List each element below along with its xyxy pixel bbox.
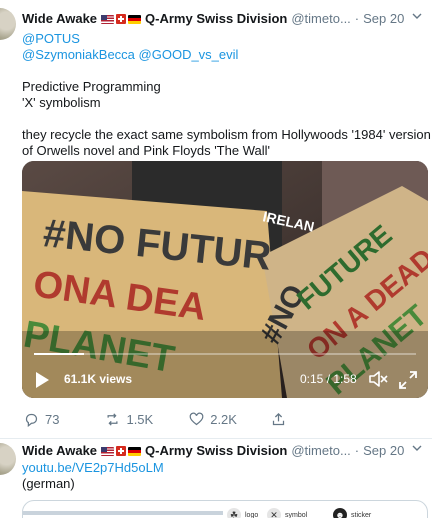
mention-link[interactable]: @POTUS xyxy=(22,30,80,47)
tweet: Wide Awake Q-Army Swiss Division @timeto… xyxy=(0,439,432,518)
author-subtitle[interactable]: Q-Army Swiss Division xyxy=(145,442,287,460)
author-name[interactable]: Wide Awake xyxy=(22,10,97,28)
us-flag-icon xyxy=(101,14,115,24)
separator-dot: · xyxy=(354,443,360,458)
author-handle[interactable]: @timeto... xyxy=(291,442,350,460)
preview-thumbnail xyxy=(23,511,223,515)
video-time: 0:15 / 1:58 xyxy=(300,372,357,386)
tweet-text-line: (german) xyxy=(22,476,75,491)
german-flag-icon xyxy=(128,14,142,24)
tweet-text-line: they recycle the exact same symbolism fr… xyxy=(22,127,431,142)
play-icon[interactable] xyxy=(34,371,50,389)
chevron-down-icon[interactable] xyxy=(412,442,422,460)
us-flag-icon xyxy=(101,446,115,456)
preview-chip-label: symbol xyxy=(285,511,308,518)
reply-button[interactable]: 73 xyxy=(24,412,59,427)
mention-link[interactable]: @GOOD_vs_evil xyxy=(139,47,239,62)
tweet-text-line: 'X' symbolism xyxy=(22,95,101,110)
preview-chip: ☻ sticker xyxy=(333,505,371,518)
tweet-actions: 73 1.5K 2.2K xyxy=(22,410,286,428)
video-progress-bar[interactable] xyxy=(34,353,416,355)
mention-line: @SzymoniakBecca @GOOD_vs_evil xyxy=(22,46,238,63)
heart-icon xyxy=(189,412,204,425)
separator-dot: · xyxy=(354,11,360,26)
avatar[interactable] xyxy=(0,443,16,475)
logo-icon: ☘ xyxy=(227,508,241,518)
tweet-header: Wide Awake Q-Army Swiss Division @timeto… xyxy=(22,442,426,460)
preview-chip-label: logo xyxy=(245,511,259,518)
preview-chip: ☘ logo xyxy=(227,505,258,518)
preview-chip-label: sticker xyxy=(351,511,372,518)
avatar[interactable] xyxy=(0,8,16,40)
swiss-flag-icon xyxy=(116,446,127,456)
youtube-link[interactable]: youtu.be/VE2p7Hd5oLM xyxy=(22,459,164,476)
reply-count: 73 xyxy=(45,411,60,427)
video-progress-fill xyxy=(34,353,84,355)
preview-chip: ✕ symbol xyxy=(267,505,307,518)
like-button[interactable]: 2.2K xyxy=(189,412,237,427)
video-player[interactable]: #NO FUTUR ONA DEA PLANET #NO FUTURE ON A… xyxy=(22,161,428,398)
swiss-flag-icon xyxy=(116,14,127,24)
flag-icons xyxy=(101,14,142,24)
link-preview-card[interactable]: ☘ logo ✕ symbol ☻ sticker xyxy=(22,500,428,518)
flag-icons xyxy=(101,446,142,456)
tweet: Wide Awake Q-Army Swiss Division @timeto… xyxy=(0,0,432,440)
video-views: 61.1K views xyxy=(64,372,133,386)
german-flag-icon xyxy=(128,446,142,456)
share-icon xyxy=(272,412,285,425)
chevron-down-icon[interactable] xyxy=(412,10,422,28)
tweet-header: Wide Awake Q-Army Swiss Division @timeto… xyxy=(22,10,426,28)
tweet-text-line: Predictive Programming xyxy=(22,79,161,94)
author-handle[interactable]: @timeto... xyxy=(291,10,350,28)
fullscreen-icon[interactable] xyxy=(398,370,418,390)
tweet-date[interactable]: Sep 20 xyxy=(363,10,404,28)
mention-link[interactable]: @SzymoniakBecca xyxy=(22,47,135,62)
x-symbol-icon: ✕ xyxy=(267,508,281,518)
retweet-count: 1.5K xyxy=(126,411,154,427)
video-frame: #NO FUTUR ONA DEA PLANET #NO FUTURE ON A… xyxy=(22,161,428,398)
volume-muted-icon[interactable] xyxy=(368,370,388,388)
author-subtitle[interactable]: Q-Army Swiss Division xyxy=(145,10,287,28)
retweet-button[interactable]: 1.5K xyxy=(105,412,153,427)
reply-icon xyxy=(25,413,38,427)
tweet-text-line: of Orwells novel and Pink Floyds 'The Wa… xyxy=(22,143,270,158)
sticker-icon: ☻ xyxy=(333,508,347,518)
share-button[interactable] xyxy=(271,412,286,427)
retweet-icon xyxy=(107,412,118,426)
author-name[interactable]: Wide Awake xyxy=(22,442,97,460)
like-count: 2.2K xyxy=(210,411,237,427)
tweet-date[interactable]: Sep 20 xyxy=(363,442,404,460)
